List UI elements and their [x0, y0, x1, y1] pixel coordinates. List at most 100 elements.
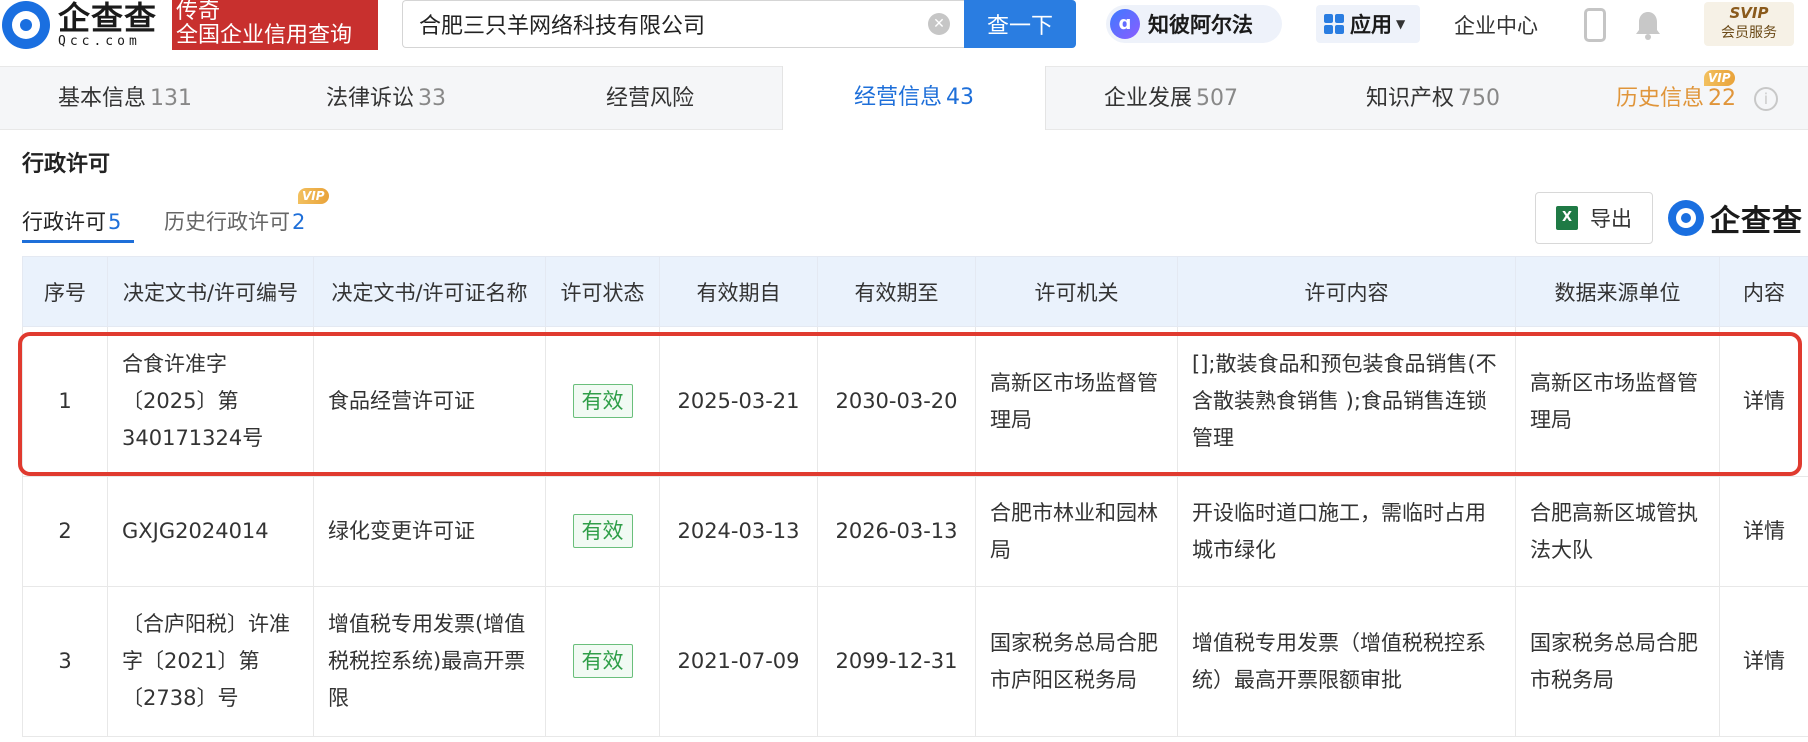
excel-icon: X [1556, 206, 1578, 230]
subtab-history-license[interactable]: 历史行政许可2 [164, 206, 305, 236]
tab-label: 经营风险 [606, 86, 695, 111]
col-header-no: 序号 [22, 256, 108, 327]
zhibi-label: 知彼阿尔法 [1148, 13, 1253, 37]
tab-basic-info[interactable]: 基本信息 131 [58, 67, 192, 130]
cell-valid-from: 2025-03-21 [659, 326, 818, 477]
subtab-label: 行政许可 [22, 210, 106, 234]
cell-content: [];散装食品和预包装食品销售(不含散装熟食销售 );食品销售连锁管理 [1177, 326, 1516, 477]
search-button[interactable]: 查一下 [964, 0, 1076, 48]
cell-valid-to: 2030-03-20 [817, 326, 976, 477]
qcc-logo-icon [2, 1, 50, 49]
tab-label: 经营信息 [853, 85, 942, 110]
tab-legal[interactable]: 法律诉讼 33 [326, 67, 446, 130]
cell-status: 有效 [545, 476, 660, 587]
zhibi-alpha-button[interactable]: ɑ 知彼阿尔法 [1106, 5, 1282, 43]
subtab-admin-license[interactable]: 行政许可5 [22, 206, 121, 236]
cell-doc-no: 合食许准字〔2025〕第340171324号 [107, 326, 314, 477]
zhibi-icon: ɑ [1110, 9, 1140, 39]
col-header-valid-from: 有效期自 [659, 256, 818, 327]
cell-no: 2 [22, 476, 108, 587]
legend-line1: 传奇 [176, 0, 221, 24]
tab-development[interactable]: 企业发展 507 [1104, 67, 1238, 130]
vip-badge: VIP [1704, 70, 1735, 86]
legend-banner[interactable]: 传奇 全国企业信用查询 [172, 0, 378, 50]
info-icon[interactable]: i [1754, 87, 1778, 111]
cell-authority: 国家税务总局合肥市庐阳区税务局 [975, 586, 1178, 737]
search-input[interactable]: 合肥三只羊网络科技有限公司 ✕ [402, 0, 964, 48]
qcc-logo[interactable]: 企查查 Qcc.com [0, 0, 172, 50]
tab-label: 基本信息 [58, 86, 147, 111]
cell-authority: 合肥市林业和园林局 [975, 476, 1178, 587]
app-menu-button[interactable]: 应用 ▼ [1316, 5, 1420, 43]
cell-source: 合肥高新区城管执法大队 [1515, 476, 1720, 587]
qcc-logo-icon [1668, 200, 1704, 236]
enterprise-center-link[interactable]: 企业中心 [1454, 10, 1538, 40]
app-menu-label: 应用 [1350, 13, 1392, 37]
clear-icon[interactable]: ✕ [928, 13, 950, 35]
detail-link[interactable]: 详情 [1719, 326, 1808, 477]
col-header-source: 数据来源单位 [1515, 256, 1720, 327]
cell-source: 国家税务总局合肥市税务局 [1515, 586, 1720, 737]
col-header-doc-no: 决定文书/许可编号 [107, 256, 314, 327]
status-badge: 有效 [572, 514, 633, 548]
col-header-valid-to: 有效期至 [817, 256, 976, 327]
section-title: 行政许可 [22, 152, 111, 177]
table-row: 1 合食许准字〔2025〕第340171324号 食品经营许可证 有效 2025… [22, 326, 1808, 477]
cell-no: 3 [22, 586, 108, 737]
top-header: 企查查 Qcc.com 传奇 全国企业信用查询 合肥三只羊网络科技有限公司 ✕ … [0, 0, 1808, 50]
tab-count: 43 [946, 85, 974, 110]
tab-ip[interactable]: 知识产权 750 [1366, 67, 1500, 130]
detail-link[interactable]: 详情 [1719, 476, 1808, 587]
tab-label: 企业发展 [1104, 86, 1193, 111]
cell-valid-to: 2026-03-13 [817, 476, 976, 587]
col-header-authority: 许可机关 [975, 256, 1178, 327]
cell-source: 高新区市场监督管理局 [1515, 326, 1720, 477]
cell-status: 有效 [545, 326, 660, 477]
admin-license-table: 序号 决定文书/许可编号 决定文书/许可证名称 许可状态 有效期自 有效期至 许… [22, 256, 1808, 737]
tab-count: 131 [150, 86, 193, 111]
subtab-count: 2 [292, 210, 306, 234]
cell-valid-from: 2024-03-13 [659, 476, 818, 587]
logo-en-text: Qcc.com [58, 34, 141, 49]
table-row: 2 GXJG2024014 绿化变更许可证 有效 2024-03-13 2026… [22, 476, 1808, 587]
col-header-detail: 内容 [1719, 256, 1808, 327]
cell-content: 开设临时道口施工，需临时占用城市绿化 [1177, 476, 1516, 587]
status-badge: 有效 [572, 644, 633, 678]
export-button[interactable]: X 导出 [1535, 192, 1653, 244]
tab-count: 33 [418, 86, 447, 111]
cell-doc-no: GXJG2024014 [107, 476, 314, 587]
cell-doc-name: 增值税专用发票(增值税税控系统)最高开票限 [313, 586, 546, 737]
col-header-content: 许可内容 [1177, 256, 1516, 327]
vip-badge: VIP [298, 188, 329, 204]
logo-cn-text: 企查查 [58, 0, 158, 37]
tab-count: 507 [1196, 86, 1239, 111]
bell-icon[interactable] [1634, 10, 1662, 40]
cell-status: 有效 [545, 586, 660, 737]
phone-icon[interactable] [1584, 8, 1606, 42]
cell-no: 1 [22, 326, 108, 477]
tab-label: 法律诉讼 [326, 86, 415, 111]
svip-button[interactable]: SVIP 会员服务 [1704, 2, 1794, 46]
col-header-status: 许可状态 [545, 256, 660, 327]
grid-icon [1324, 14, 1344, 34]
col-header-doc-name: 决定文书/许可证名称 [313, 256, 546, 327]
cell-authority: 高新区市场监督管理局 [975, 326, 1178, 477]
cell-content: 增值税专用发票（增值税税控系统）最高开票限额审批 [1177, 586, 1516, 737]
search-input-value[interactable]: 合肥三只羊网络科技有限公司 [419, 8, 928, 40]
legend-line2: 全国企业信用查询 [176, 23, 353, 48]
tab-count: 750 [1458, 86, 1501, 111]
cell-valid-from: 2021-07-09 [659, 586, 818, 737]
subtab-label: 历史行政许可 [164, 210, 290, 234]
tab-label: 历史信息 [1616, 86, 1705, 111]
tab-count: 22 [1708, 86, 1737, 111]
detail-link[interactable]: 详情 [1719, 586, 1808, 737]
main-tab-bar: 基本信息 131 法律诉讼 33 经营风险 经营信息 43 企业发展 507 知识产权 7… [0, 66, 1808, 130]
caret-down-icon: ▼ [1396, 17, 1406, 31]
cell-valid-to: 2099-12-31 [817, 586, 976, 737]
table-row: 3 〔合庐阳税〕许准字〔2021〕第〔2738〕号 增值税专用发票(增值税税控系… [22, 586, 1808, 737]
tab-business-info[interactable]: 经营信息 43 [782, 66, 1046, 130]
tab-label: 知识产权 [1366, 86, 1455, 111]
cell-doc-no: 〔合庐阳税〕许准字〔2021〕第〔2738〕号 [107, 586, 314, 737]
cell-doc-name: 绿化变更许可证 [313, 476, 546, 587]
tab-business-risk[interactable]: 经营风险 [606, 67, 694, 130]
